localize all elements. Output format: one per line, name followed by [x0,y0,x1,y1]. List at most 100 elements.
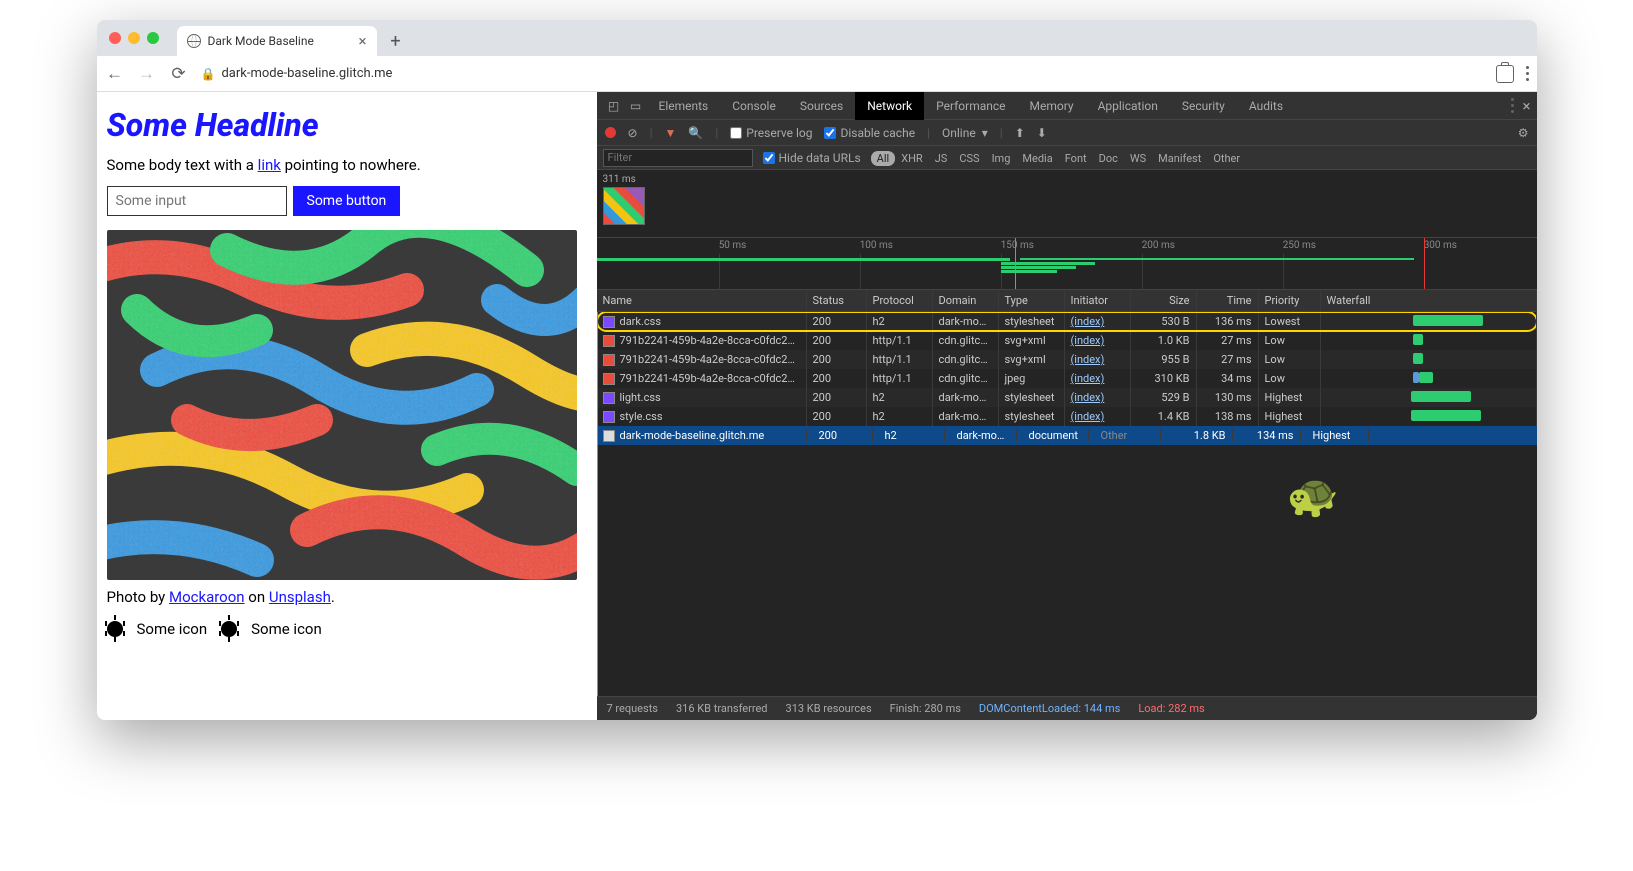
inspect-icon[interactable]: ◰ [603,99,625,113]
file-icon [603,411,615,423]
hero-image [107,230,577,580]
icon-label-2: Some icon [251,620,322,638]
filter-type-media[interactable]: Media [1016,151,1058,166]
browser-tab[interactable]: Dark Mode Baseline × [177,26,377,56]
url-text: dark-mode-baseline.glitch.me [221,66,392,81]
screenshot-thumbnail[interactable] [603,187,645,225]
filter-type-img[interactable]: Img [986,151,1017,166]
clear-button[interactable]: ⊘ [628,126,638,140]
back-button[interactable]: ← [105,64,125,84]
devtools-menu-button[interactable] [1511,98,1514,113]
col-time[interactable]: Time [1197,290,1259,311]
filter-type-xhr[interactable]: XHR [895,151,929,166]
tab-title: Dark Mode Baseline [208,34,314,48]
close-tab-button[interactable]: × [358,32,366,50]
filter-type-ws[interactable]: WS [1124,151,1152,166]
network-row[interactable]: style.css200h2dark-mo…stylesheet(index)1… [597,407,1537,426]
filter-input[interactable] [603,149,753,167]
site-link[interactable]: Unsplash [269,588,331,606]
timeline-tick: 200 ms [1142,240,1175,251]
summary-load: Load: 282 ms [1138,702,1204,715]
minimize-window-button[interactable] [128,32,140,44]
window-controls [109,32,159,44]
settings-icon[interactable]: ⚙ [1518,126,1529,140]
globe-icon [187,34,201,48]
timeline-ruler[interactable]: 50 ms100 ms150 ms200 ms250 ms300 ms [597,238,1537,290]
filter-type-doc[interactable]: Doc [1093,151,1124,166]
maximize-window-button[interactable] [147,32,159,44]
devtools-tab-performance[interactable]: Performance [924,92,1017,120]
file-icon [603,430,615,442]
network-row[interactable]: 791b2241-459b-4a2e-8cca-c0fdc2…200http/1… [597,350,1537,369]
summary-dcl: DOMContentLoaded: 144 ms [979,702,1120,715]
filter-icon[interactable]: ▼ [665,126,677,140]
body-link[interactable]: link [258,156,281,174]
col-status[interactable]: Status [807,290,867,311]
page-viewport: Some Headline Some body text with a link… [97,92,597,720]
filter-row: Hide data URLs AllXHRJSCSSImgMediaFontDo… [597,146,1537,170]
demo-input[interactable] [107,186,287,216]
reload-button[interactable]: ⟳ [169,64,189,84]
download-icon[interactable]: ⬇ [1037,126,1047,140]
close-window-button[interactable] [109,32,121,44]
preserve-log-checkbox[interactable]: Preserve log [730,126,812,140]
col-priority[interactable]: Priority [1259,290,1321,311]
devtools-tab-memory[interactable]: Memory [1018,92,1086,120]
demo-button[interactable]: Some button [293,186,401,216]
network-row[interactable]: dark.css200h2dark-mo…stylesheet(index)53… [597,312,1537,331]
timeline-tick: 100 ms [860,240,893,251]
author-link[interactable]: Mockaroon [169,588,245,606]
timeline-tick: 150 ms [1001,240,1034,251]
upload-icon[interactable]: ⬆ [1015,126,1025,140]
table-header[interactable]: Name Status Protocol Domain Type Initiat… [597,290,1537,312]
devtools-close-button[interactable]: × [1522,97,1530,115]
filter-type-css[interactable]: CSS [953,151,985,166]
col-type[interactable]: Type [999,290,1065,311]
summary-transferred: 316 KB transferred [676,702,768,715]
devtools-tab-sources[interactable]: Sources [788,92,855,120]
devtools-tabs: ◰ ▭ ElementsConsoleSourcesNetworkPerform… [597,92,1537,120]
summary-requests: 7 requests [607,702,658,715]
hide-data-urls-checkbox[interactable]: Hide data URLs [763,151,861,165]
lock-icon: 🔒 [201,67,216,81]
throttle-select[interactable]: Online▾ [942,126,988,140]
file-icon [603,316,615,328]
extension-icon[interactable] [1496,65,1514,83]
browser-menu-button[interactable] [1526,66,1529,81]
devtools-tab-console[interactable]: Console [720,92,788,120]
devtools-tab-elements[interactable]: Elements [647,92,721,120]
new-tab-button[interactable]: + [383,28,409,54]
filter-type-all[interactable]: All [871,151,896,166]
col-initiator[interactable]: Initiator [1065,290,1131,311]
device-icon[interactable]: ▭ [625,99,647,113]
overview-strip[interactable]: 311 ms [597,170,1537,238]
timeline-tick: 50 ms [719,240,747,251]
icon-label-1: Some icon [137,620,208,638]
url-display[interactable]: 🔒 dark-mode-baseline.glitch.me [201,66,393,81]
forward-button[interactable]: → [137,64,157,84]
col-name[interactable]: Name [597,290,807,311]
col-domain[interactable]: Domain [933,290,999,311]
devtools-tab-audits[interactable]: Audits [1237,92,1295,120]
search-icon[interactable]: 🔍 [688,126,703,140]
address-bar: ← → ⟳ 🔒 dark-mode-baseline.glitch.me [97,56,1537,92]
filter-type-font[interactable]: Font [1059,151,1093,166]
filter-type-manifest[interactable]: Manifest [1152,151,1207,166]
network-row[interactable]: 791b2241-459b-4a2e-8cca-c0fdc2…200http/1… [597,369,1537,388]
filter-type-js[interactable]: JS [929,151,954,166]
col-protocol[interactable]: Protocol [867,290,933,311]
record-button[interactable] [605,127,616,138]
summary-finish: Finish: 280 ms [890,702,961,715]
network-row[interactable]: dark-mode-baseline.glitch.me200h2dark-mo… [597,426,1537,445]
disable-cache-checkbox[interactable]: Disable cache [824,126,915,140]
timeline-tick: 300 ms [1424,240,1457,251]
col-waterfall[interactable]: Waterfall [1321,290,1537,311]
devtools-tab-security[interactable]: Security [1170,92,1237,120]
network-row[interactable]: 791b2241-459b-4a2e-8cca-c0fdc2…200http/1… [597,331,1537,350]
devtools-tab-application[interactable]: Application [1086,92,1170,120]
file-icon [603,392,615,404]
network-row[interactable]: light.css200h2dark-mo…stylesheet(index)5… [597,388,1537,407]
filter-type-other[interactable]: Other [1207,151,1246,166]
col-size[interactable]: Size [1131,290,1197,311]
devtools-tab-network[interactable]: Network [855,92,924,120]
